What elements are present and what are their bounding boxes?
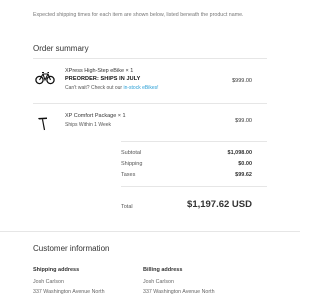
subtotal-label: Subtotal [121, 150, 142, 156]
item-shipping-time: Ships Within 1 Week [65, 122, 112, 128]
preorder-label: PREORDER: SHIPS IN JULY [65, 76, 141, 82]
divider [121, 186, 267, 187]
taxes-label: Taxes [121, 172, 136, 178]
divider [121, 141, 267, 142]
shipping-address-heading: Shipping address [33, 267, 80, 273]
item-name: XP Comfort Package × 1 [65, 113, 126, 119]
divider [33, 58, 267, 59]
bike-seat-icon [35, 113, 55, 133]
total-value: $1,197.62 USD [187, 199, 252, 210]
divider [33, 103, 267, 104]
billing-address-name: Josh Carlson [143, 279, 174, 285]
item-price: $999.00 [232, 78, 252, 84]
shipping-label: Shipping [121, 161, 143, 167]
shipping-intro-text: Expected shipping times for each item ar… [33, 12, 244, 18]
taxes-value: $99.62 [235, 172, 252, 178]
bike-icon [35, 68, 55, 88]
subtotal-value: $1,098.00 [227, 150, 252, 156]
order-summary-title: Order summary [33, 44, 89, 53]
section-divider [0, 231, 300, 232]
shipping-value: $0.00 [238, 161, 252, 167]
shipping-address-name: Josh Carlson [33, 279, 64, 285]
customer-information-title: Customer information [33, 244, 110, 253]
item-price: $99.00 [235, 118, 252, 124]
billing-address-heading: Billing address [143, 267, 183, 273]
total-label: Total [121, 204, 133, 210]
in-stock-ebikes-link[interactable]: in-stock eBikes! [123, 85, 158, 91]
item-note-text: Can't wait? Check out our [65, 85, 124, 91]
item-note: Can't wait? Check out our in-stock eBike… [65, 85, 159, 91]
billing-address-street: 337 Washington Avenue North [143, 289, 215, 295]
order-status-page: Expected shipping times for each item ar… [0, 0, 300, 300]
shipping-address-street: 337 Washington Avenue North [33, 289, 105, 295]
item-name: XPress High-Step eBike × 1 [65, 68, 134, 74]
